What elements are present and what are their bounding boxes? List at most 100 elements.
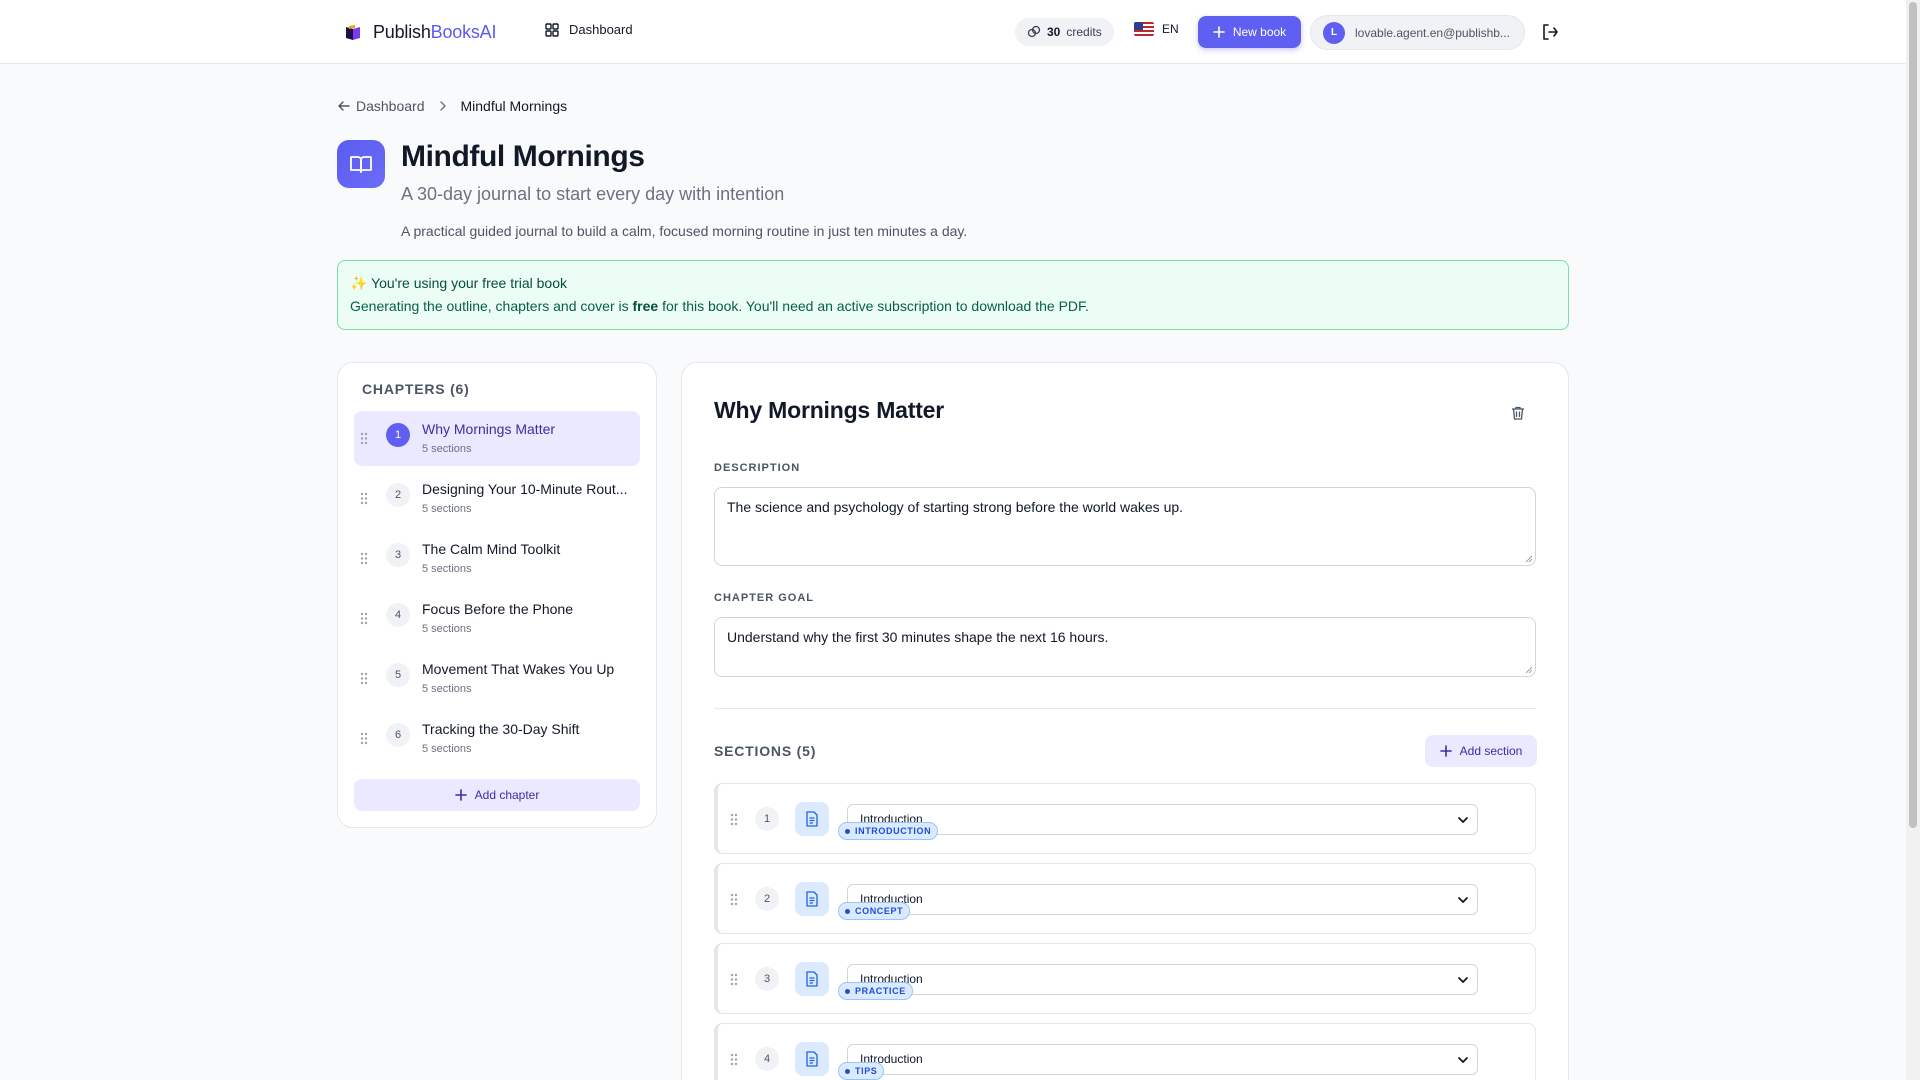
breadcrumb-dashboard: Dashboard [356, 98, 425, 114]
plus-icon [1439, 745, 1452, 757]
add-section-label: Add section [1459, 744, 1523, 758]
chevron-down-icon [1458, 1057, 1468, 1063]
trial-notice: ✨ You're using your free trial book Gene… [337, 260, 1569, 330]
section-type-select[interactable]: Introduction [847, 1044, 1478, 1075]
divider [714, 708, 1536, 709]
chapter-title: Movement That Wakes You Up [422, 661, 615, 677]
chapter-title: Designing Your 10-Minute Rout... [422, 481, 628, 497]
drag-handle-icon[interactable] [360, 492, 368, 505]
chapter-number: 4 [386, 603, 410, 627]
logout-icon[interactable] [1540, 22, 1560, 42]
section-type-select[interactable]: Introduction [847, 884, 1478, 915]
chapter-item[interactable]: 3 The Calm Mind Toolkit 5 sections [354, 531, 640, 586]
chapter-number: 1 [386, 423, 410, 447]
breadcrumb: Dashboard Mindful Mornings [338, 98, 567, 114]
chapters-heading: CHAPTERS (6) [362, 381, 470, 397]
chapters-panel: CHAPTERS (6) 1 Why Mornings Matter 5 sec… [337, 362, 657, 828]
document-icon [795, 882, 829, 916]
open-book-icon [350, 156, 372, 173]
chapter-item[interactable]: 5 Movement That Wakes You Up 5 sections [354, 651, 640, 706]
sections-heading: SECTIONS (5) [714, 743, 817, 759]
chapter-item[interactable]: 4 Focus Before the Phone 5 sections [354, 591, 640, 646]
nav-dashboard-link[interactable]: Dashboard [545, 22, 633, 37]
section-type-select[interactable]: Introduction [847, 964, 1478, 995]
chapter-title: Focus Before the Phone [422, 601, 573, 617]
drag-handle-icon[interactable] [360, 672, 368, 685]
document-icon [795, 802, 829, 836]
chapter-section-count: 5 sections [422, 563, 472, 575]
coins-icon [1027, 25, 1041, 38]
chapter-goal-label: CHAPTER GOAL [714, 592, 814, 604]
trash-icon[interactable] [1510, 405, 1526, 421]
new-book-button[interactable]: New book [1198, 16, 1301, 48]
plus-icon [1213, 26, 1225, 38]
plus-icon [454, 789, 467, 801]
chapter-title: The Calm Mind Toolkit [422, 541, 561, 557]
book-icon-tile [337, 140, 385, 188]
drag-handle-icon[interactable] [360, 432, 368, 445]
drag-handle-icon[interactable] [730, 1053, 738, 1066]
document-icon [795, 1042, 829, 1076]
chevron-right-icon [439, 101, 446, 111]
chapter-goal-value: Understand why the first 30 minutes shap… [727, 629, 1109, 645]
section-row: 4 Introduction TIPS [714, 1023, 1536, 1080]
chapter-editor-title[interactable]: Why Mornings Matter [714, 397, 944, 424]
chapter-item[interactable]: 2 Designing Your 10-Minute Rout... 5 sec… [354, 471, 640, 526]
chapter-item[interactable]: 6 Tracking the 30-Day Shift 5 sections [354, 711, 640, 766]
trial-heading: ✨ You're using your free trial book [350, 275, 568, 291]
add-chapter-label: Add chapter [474, 788, 540, 802]
credits-value: 30 [1047, 25, 1061, 39]
page-scrollbar[interactable] [1906, 0, 1920, 1080]
us-flag-icon [1134, 22, 1154, 36]
section-row: 2 Introduction CONCEPT [714, 863, 1536, 934]
chevron-down-icon [1458, 977, 1468, 983]
section-type-badge: PRACTICE [838, 982, 913, 1000]
logo-text: PublishBooksAI [373, 22, 497, 42]
chapter-section-count: 5 sections [422, 443, 472, 455]
drag-handle-icon[interactable] [730, 813, 738, 826]
resize-handle-icon[interactable] [1525, 666, 1533, 674]
trial-body: Generating the outline, chapters and cov… [350, 298, 1089, 314]
chapter-section-count: 5 sections [422, 503, 472, 515]
book-description: A practical guided journal to build a ca… [401, 223, 968, 239]
chapter-section-count: 5 sections [422, 743, 472, 755]
logo-book-icon [346, 24, 360, 40]
chapter-number: 3 [386, 543, 410, 567]
drag-handle-icon[interactable] [360, 612, 368, 625]
credits-badge[interactable]: 30 credits [1015, 18, 1114, 46]
drag-handle-icon[interactable] [730, 893, 738, 906]
chapter-number: 5 [386, 663, 410, 687]
chapter-goal-textarea[interactable]: Understand why the first 30 minutes shap… [714, 617, 1536, 677]
document-icon [795, 962, 829, 996]
drag-handle-icon[interactable] [730, 973, 738, 986]
description-textarea[interactable]: The science and psychology of starting s… [714, 487, 1536, 566]
chapter-number: 2 [386, 483, 410, 507]
chapter-item[interactable]: 1 Why Mornings Matter 5 sections [354, 411, 640, 466]
section-row: 3 Introduction PRACTICE [714, 943, 1536, 1014]
section-number: 4 [755, 1047, 779, 1071]
breadcrumb-back-link[interactable]: Dashboard [338, 98, 425, 114]
scrollbar-thumb[interactable] [1909, 2, 1917, 828]
section-type-select[interactable]: Introduction [847, 804, 1478, 835]
grid-icon [545, 22, 559, 37]
section-number: 3 [755, 967, 779, 991]
chevron-down-icon [1458, 897, 1468, 903]
arrow-left-icon [338, 101, 350, 111]
description-value: The science and psychology of starting s… [727, 499, 1184, 515]
drag-handle-icon[interactable] [360, 552, 368, 565]
resize-handle-icon[interactable] [1525, 555, 1533, 563]
chapter-title: Why Mornings Matter [422, 421, 556, 437]
add-section-button[interactable]: Add section [1425, 735, 1537, 767]
top-navbar: PublishBooksAI Dashboard 30 credits EN N… [0, 0, 1906, 64]
language-selector[interactable]: EN [1134, 22, 1179, 36]
add-chapter-button[interactable]: Add chapter [354, 779, 640, 811]
page-title: Mindful Mornings [401, 140, 645, 173]
section-type-badge: INTRODUCTION [838, 822, 939, 840]
drag-handle-icon[interactable] [360, 732, 368, 745]
user-menu[interactable]: L lovable.agent.en@publishb... [1310, 15, 1525, 50]
description-label: DESCRIPTION [714, 462, 801, 474]
nav-dashboard-label: Dashboard [569, 22, 633, 37]
logo[interactable]: PublishBooksAI [343, 22, 496, 43]
section-number: 1 [755, 807, 779, 831]
breadcrumb-current: Mindful Mornings [460, 98, 568, 114]
